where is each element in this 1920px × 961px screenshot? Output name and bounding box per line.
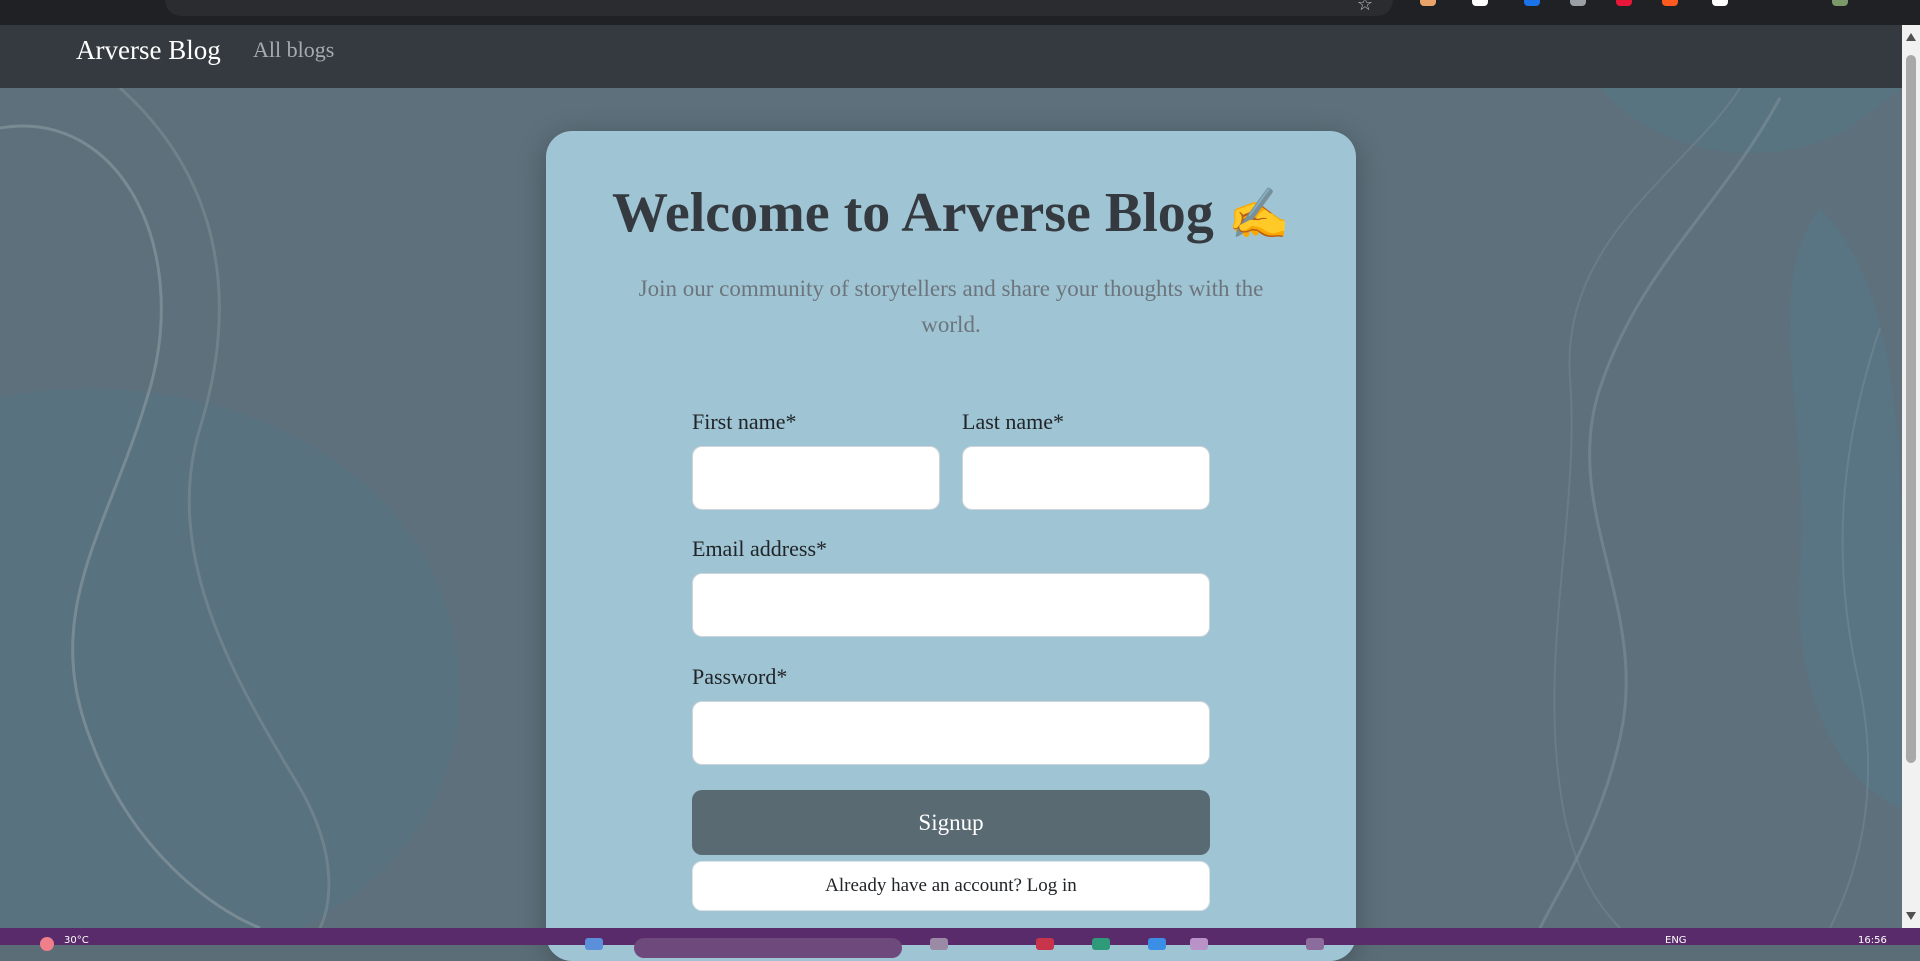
app-icon[interactable] [1190, 938, 1208, 950]
clock[interactable]: 16:56 [1858, 935, 1887, 946]
weather-icon[interactable] [40, 937, 54, 951]
page-subtitle: Join our community of storytellers and s… [638, 276, 1264, 337]
scroll-up-icon[interactable] [1906, 33, 1916, 41]
brand-link[interactable]: Arverse Blog [76, 35, 221, 66]
browser-toolbar: ☆ [0, 0, 1920, 25]
app-icon[interactable] [1148, 938, 1166, 950]
language-indicator[interactable]: ENG [1665, 935, 1687, 946]
extension-icon[interactable] [1524, 0, 1540, 6]
email-label: Email address* [692, 536, 828, 561]
task-view-icon[interactable] [930, 938, 948, 950]
scroll-thumb[interactable] [1906, 55, 1916, 763]
extension-icon[interactable] [1712, 0, 1728, 6]
taskbar: 30°C ENG 16:56 [0, 928, 1920, 958]
profile-avatar[interactable] [1832, 0, 1848, 6]
email-input[interactable] [692, 573, 1210, 637]
extension-icon[interactable] [1420, 0, 1436, 6]
first-name-input[interactable] [692, 446, 940, 510]
start-icon[interactable] [585, 938, 603, 950]
password-input[interactable] [692, 701, 1210, 765]
navbar: Arverse Blog All blogs [0, 25, 1902, 88]
title-text: Welcome to Arverse Blog [611, 182, 1214, 244]
app-icon[interactable] [1036, 938, 1054, 950]
bookmark-star-icon[interactable]: ☆ [1357, 0, 1373, 15]
last-name-input[interactable] [962, 446, 1210, 510]
first-name-label: First name* [692, 409, 797, 434]
scroll-down-icon[interactable] [1906, 912, 1916, 920]
weather-temperature[interactable]: 30°C [64, 935, 89, 946]
login-link-button[interactable]: Already have an account? Log in [692, 861, 1210, 911]
address-bar[interactable]: ☆ [165, 0, 1393, 16]
signup-button[interactable]: Signup [692, 790, 1210, 855]
page-scrollbar[interactable] [1902, 25, 1920, 928]
nav-link-all-blogs[interactable]: All blogs [253, 37, 334, 63]
signup-card: Welcome to Arverse Blog ✍️ Join our comm… [546, 131, 1356, 961]
extension-icon[interactable] [1616, 0, 1632, 6]
extension-icon[interactable] [1570, 0, 1586, 6]
last-name-label: Last name* [962, 409, 1065, 434]
writing-hand-icon: ✍️ [1227, 185, 1291, 243]
app-icon[interactable] [1306, 938, 1324, 950]
app-icon[interactable] [1092, 938, 1110, 950]
password-label: Password* [692, 664, 788, 689]
extension-icon[interactable] [1472, 0, 1488, 6]
extension-icon[interactable] [1662, 0, 1678, 6]
taskbar-search[interactable] [634, 938, 902, 958]
page-title: Welcome to Arverse Blog ✍️ [546, 181, 1356, 245]
